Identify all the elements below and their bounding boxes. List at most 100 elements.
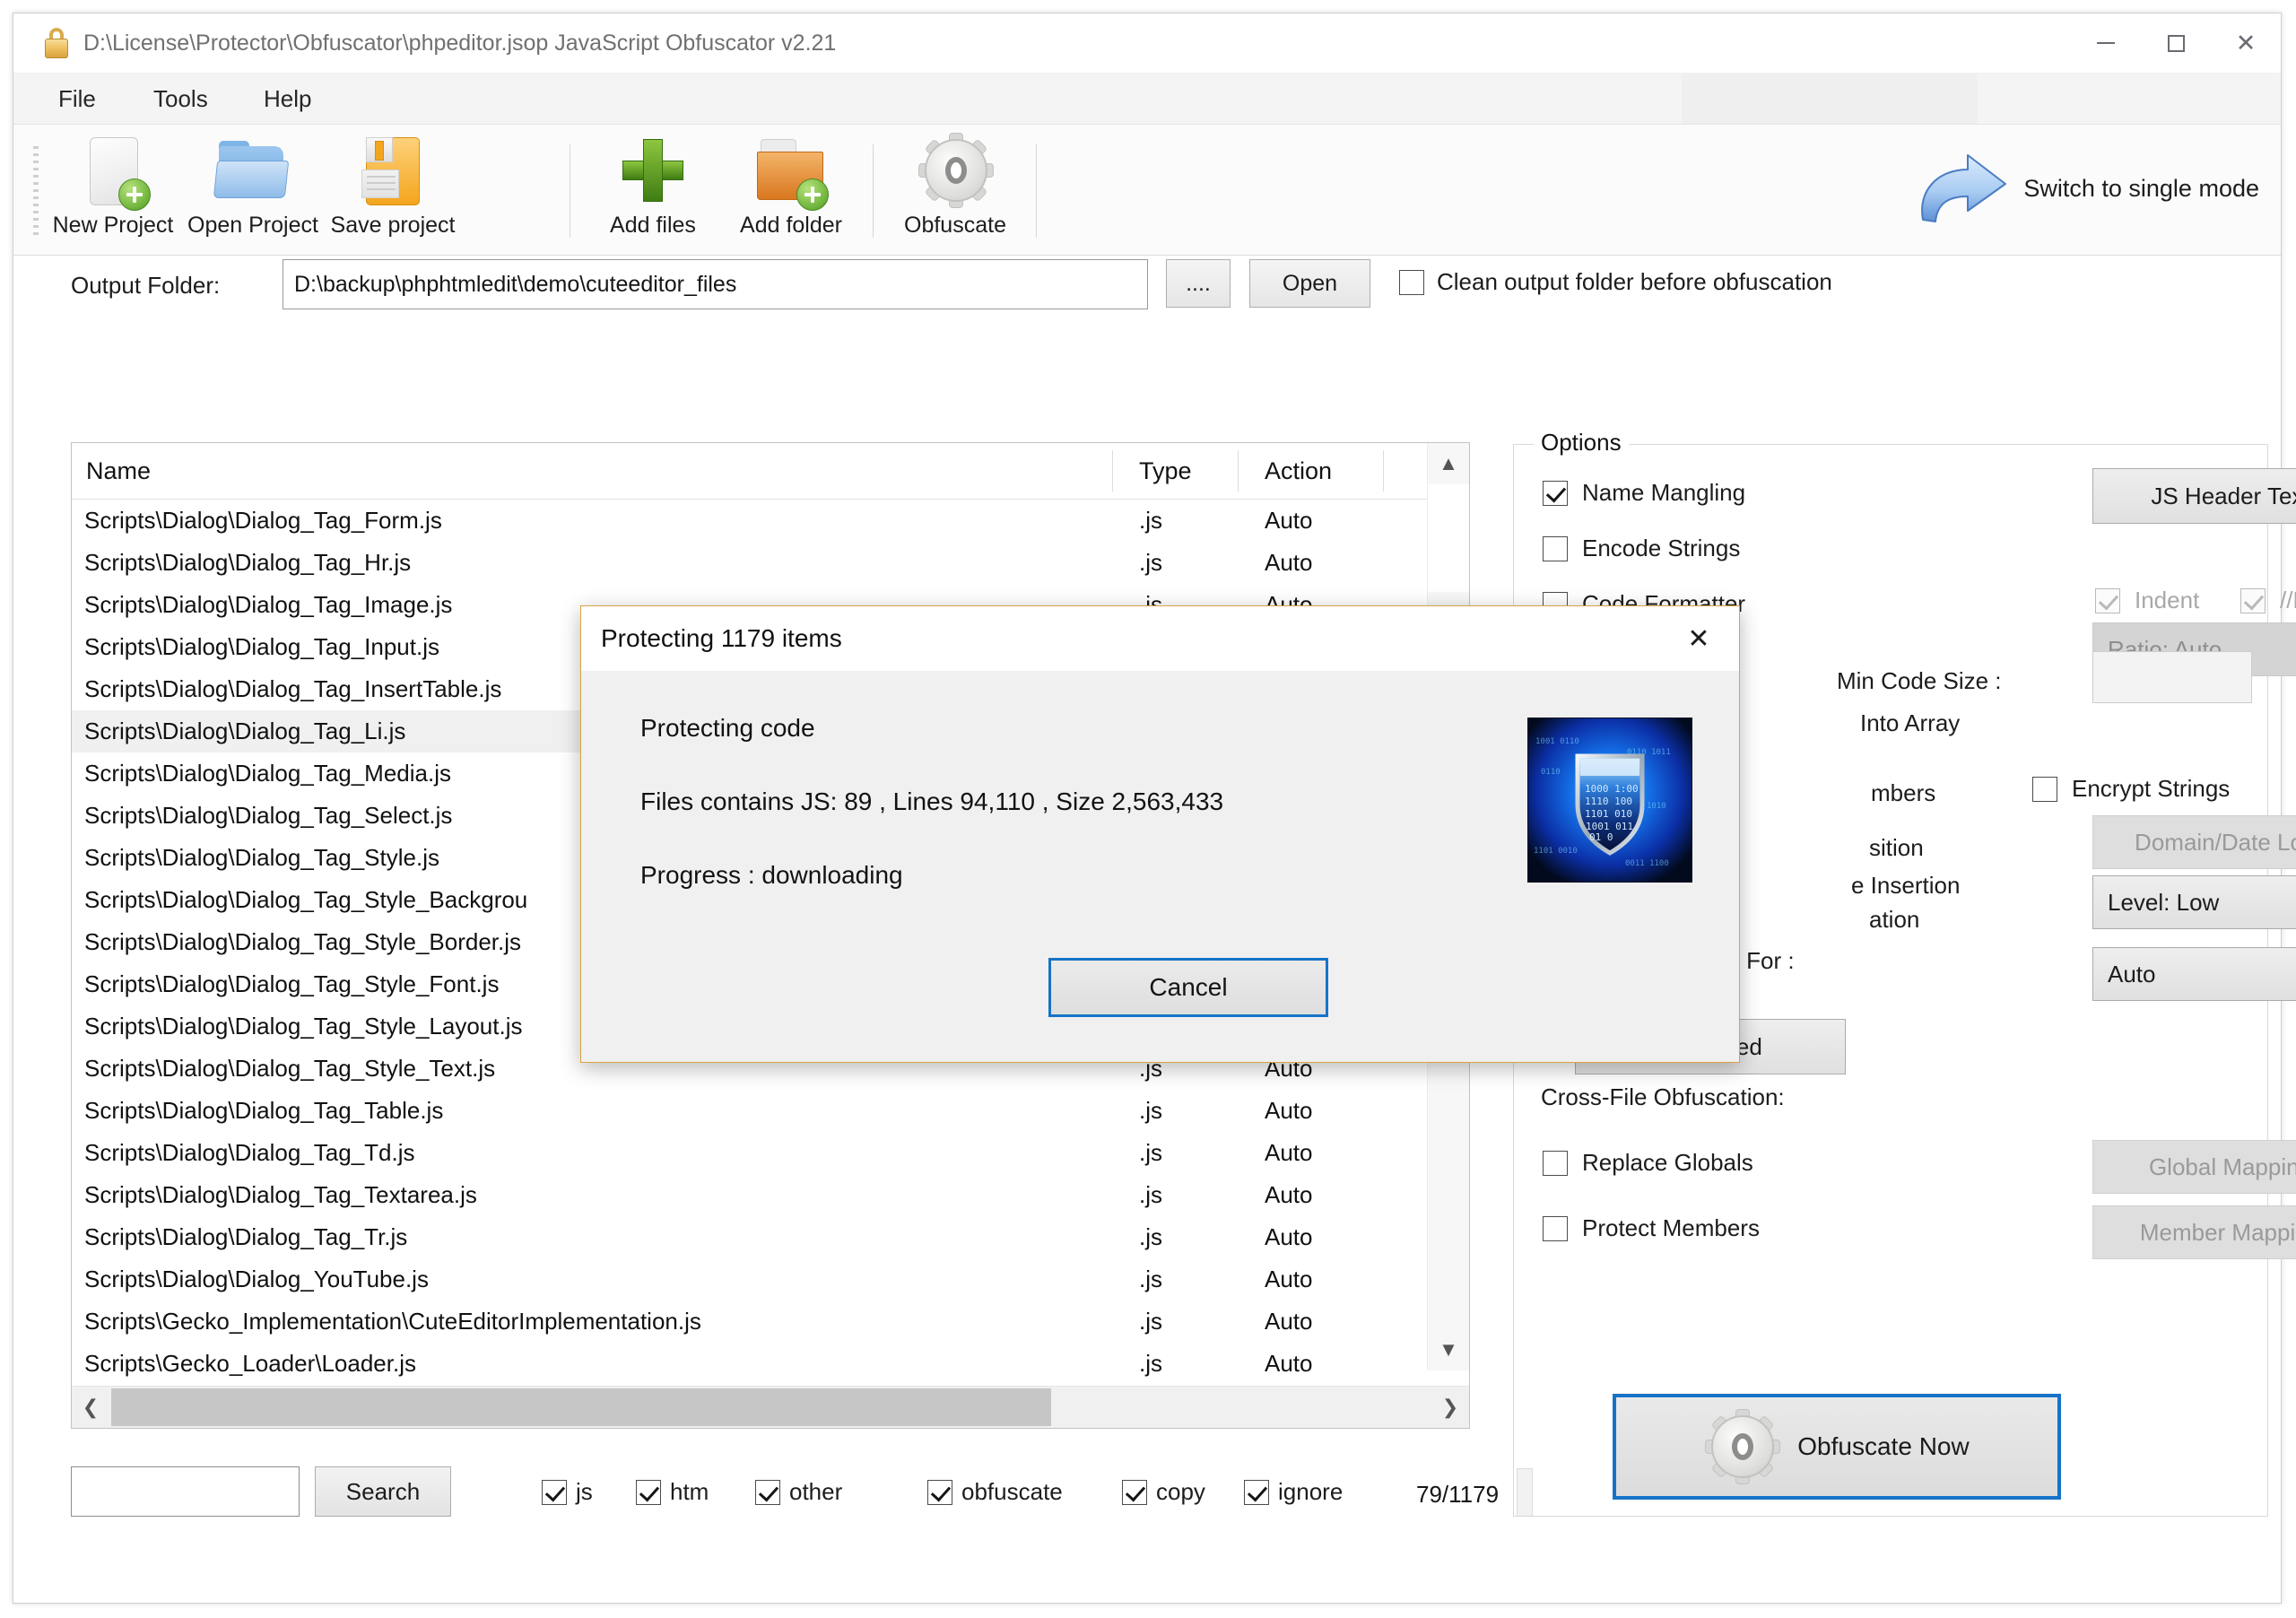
member-mapping-button[interactable]: Member Mapping <box>2092 1205 2296 1259</box>
save-project-button[interactable]: Save project <box>326 134 460 248</box>
file-action-cell: Auto <box>1265 507 1313 534</box>
scroll-left-icon[interactable]: ❮ <box>72 1387 109 1428</box>
option-partial-ation: ation <box>1869 906 1920 933</box>
option-indent[interactable]: Indent <box>2095 587 2199 614</box>
file-name-cell: Scripts\Dialog\Dialog_Tag_Style_Border.j… <box>84 928 522 955</box>
dialog-cancel-button[interactable]: Cancel <box>1048 958 1328 1017</box>
scroll-down-icon[interactable]: ▼ <box>1428 1329 1469 1370</box>
file-count-label: 79/1179 <box>1416 1481 1500 1508</box>
column-header-action[interactable]: Action <box>1265 443 1332 499</box>
browse-button[interactable]: .... <box>1166 259 1231 308</box>
output-folder-input[interactable]: D:\backup\phphtmledit\demo\cuteeditor_fi… <box>283 259 1148 309</box>
filter-js-checkbox[interactable] <box>542 1479 567 1505</box>
option-encode-strings[interactable]: Encode Strings <box>1543 535 1740 562</box>
file-name-cell: Scripts\Dialog\Dialog_Tag_InsertTable.js <box>84 675 502 702</box>
vertical-scroll-thumb[interactable] <box>1428 484 1469 592</box>
scroll-right-icon[interactable]: ❯ <box>1431 1387 1469 1428</box>
table-row[interactable]: Scripts\Dialog\Dialog_Tag_Td.js .js Auto <box>72 1132 1469 1174</box>
search-input[interactable] <box>71 1466 300 1517</box>
option-protect-members[interactable]: Protect Members <box>1543 1214 1760 1242</box>
menu-item-tools[interactable]: Tools <box>139 74 222 124</box>
svg-text:1101 010: 1101 010 <box>1585 808 1632 820</box>
file-name-cell: Scripts\Dialog\Dialog_Tag_Select.js <box>84 802 453 829</box>
name-mangling-checkbox[interactable] <box>1543 480 1568 506</box>
code-optimization-select[interactable]: Auto <box>2092 947 2296 1001</box>
table-row[interactable]: Scripts\Gecko_Implementation\CuteEditorI… <box>72 1300 1469 1343</box>
clean-output-checkbox-box[interactable] <box>1399 269 1424 295</box>
filter-copy[interactable]: copy <box>1122 1478 1205 1506</box>
toolbar-grip[interactable] <box>33 146 39 239</box>
switch-to-single-mode-button[interactable]: Switch to single mode <box>1912 139 2259 238</box>
filter-other-checkbox[interactable] <box>755 1479 780 1505</box>
table-row[interactable]: Scripts\Dialog\Dialog_Tag_Table.js .js Aut… <box>72 1090 1469 1132</box>
column-header-type[interactable]: Type <box>1139 443 1192 499</box>
gear-icon <box>1704 1408 1781 1485</box>
filter-copy-checkbox[interactable] <box>1122 1479 1147 1505</box>
dialog-close-button[interactable]: ✕ <box>1665 613 1732 664</box>
option-replace-globals[interactable]: Replace Globals <box>1543 1149 1753 1177</box>
filter-htm[interactable]: htm <box>636 1478 709 1506</box>
column-header-name[interactable]: Name <box>86 443 151 499</box>
maximize-button[interactable] <box>2141 13 2211 73</box>
filter-obfuscate[interactable]: obfuscate <box>927 1478 1063 1506</box>
table-row[interactable]: Scripts\Dialog\Dialog_Tag_Tr.js .js Auto <box>72 1216 1469 1258</box>
code-optimization-value: Auto <box>2108 960 2156 987</box>
close-button[interactable]: ✕ <box>2211 13 2281 73</box>
add-files-button[interactable]: Add files <box>586 134 720 248</box>
obfuscate-now-button[interactable]: Obfuscate Now <box>1613 1394 2061 1500</box>
menu-item-file[interactable]: File <box>44 74 110 124</box>
table-row[interactable]: Scripts\Dialog\Dialog_YouTube.js .js Auto <box>72 1258 1469 1300</box>
scroll-up-icon[interactable]: ▲ <box>1428 443 1469 484</box>
gear-icon <box>916 133 995 211</box>
title-bar-left: D:\License\Protector\Obfuscator\phpedito… <box>44 13 836 73</box>
filter-other[interactable]: other <box>755 1478 842 1506</box>
option-name-mangling[interactable]: Name Mangling <box>1543 479 1745 507</box>
open-project-label: Open Project <box>187 213 318 238</box>
encode-strings-checkbox[interactable] <box>1543 535 1568 561</box>
protect-members-checkbox[interactable] <box>1543 1215 1568 1241</box>
global-mapping-button[interactable]: Global Mapping <box>2092 1140 2296 1194</box>
file-name-cell: Scripts\Dialog\Dialog_Tag_Style_Layout.j… <box>84 1013 523 1040</box>
obfuscate-button[interactable]: Obfuscate <box>888 133 1022 248</box>
option-line-comment[interactable]: //Line <box>2240 587 2296 614</box>
option-encrypt-strings[interactable]: Encrypt Strings <box>2032 775 2230 803</box>
replace-globals-checkbox[interactable] <box>1543 1150 1568 1176</box>
window-controls: ✕ <box>2071 13 2281 73</box>
encrypt-strings-checkbox[interactable] <box>2032 776 2057 802</box>
indent-checkbox[interactable] <box>2095 587 2120 613</box>
open-project-button[interactable]: Open Project <box>186 134 320 248</box>
minimize-button[interactable] <box>2071 13 2141 73</box>
file-name-cell: Scripts\Dialog\Dialog_Tag_Td.js <box>84 1139 415 1166</box>
table-row[interactable]: Scripts\Dialog\Dialog_Tag_Form.js .js Auto <box>72 500 1469 542</box>
horizontal-scroll-thumb[interactable] <box>111 1388 1051 1426</box>
filter-htm-label: htm <box>670 1478 709 1505</box>
file-list-horizontal-scrollbar[interactable]: ❮ ❯ <box>72 1386 1469 1428</box>
menu-item-help[interactable]: Help <box>249 74 326 124</box>
js-header-text-button[interactable]: JS Header Text <box>2092 468 2296 524</box>
table-row[interactable]: Scripts\Dialog\Dialog_Tag_Textarea.js .js… <box>72 1174 1469 1216</box>
obfuscate-now-label: Obfuscate Now <box>1797 1432 1970 1460</box>
option-partial-into-array: Into Array <box>1860 709 1961 736</box>
table-row[interactable]: Scripts\Gecko_Loader\Loader.js .js Auto <box>72 1343 1469 1385</box>
file-action-cell: Auto <box>1265 1350 1313 1377</box>
min-code-size-input[interactable] <box>2092 651 2252 703</box>
open-output-button[interactable]: Open <box>1249 259 1370 308</box>
svg-text:1010: 1010 <box>1647 802 1666 811</box>
table-row[interactable]: Scripts\Dialog\Dialog_Tag_Hr.js .js Auto <box>72 542 1469 584</box>
search-button[interactable]: Search <box>315 1466 451 1517</box>
new-project-button[interactable]: New Project <box>46 134 180 248</box>
filter-htm-checkbox[interactable] <box>636 1479 661 1505</box>
options-legend: Options <box>1534 429 1629 457</box>
filter-obfuscate-checkbox[interactable] <box>927 1479 952 1505</box>
add-files-label: Add files <box>610 213 696 238</box>
level-select[interactable]: Level: Low <box>2092 875 2296 929</box>
filter-js[interactable]: js <box>542 1478 593 1506</box>
filter-ignore-checkbox[interactable] <box>1244 1479 1269 1505</box>
file-name-cell: Scripts\Dialog\Dialog_Tag_Table.js <box>84 1097 444 1124</box>
line-comment-checkbox[interactable] <box>2240 587 2266 613</box>
filter-ignore[interactable]: ignore <box>1244 1478 1343 1506</box>
add-folder-button[interactable]: Add folder <box>724 134 858 248</box>
add-folder-label: Add folder <box>740 213 842 238</box>
domain-date-lock-button[interactable]: Domain/Date Lock <box>2092 815 2296 869</box>
clean-output-folder-checkbox[interactable]: Clean output folder before obfuscation <box>1399 268 1832 296</box>
